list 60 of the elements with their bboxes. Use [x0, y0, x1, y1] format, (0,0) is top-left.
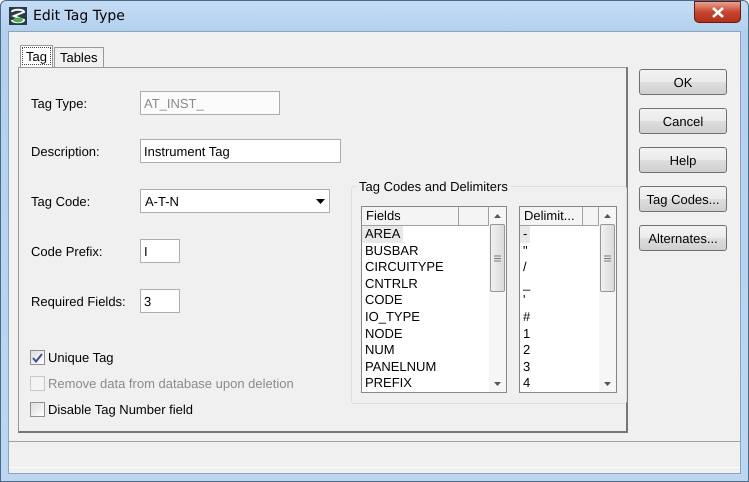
checkbox-label: Disable Tag Number field — [48, 402, 193, 417]
list-item[interactable]: CIRCUITYPE — [362, 259, 447, 276]
list-item[interactable]: # — [520, 308, 534, 326]
close-icon — [712, 6, 724, 18]
list-item[interactable]: NUM — [362, 342, 398, 359]
scrollbar[interactable] — [489, 207, 506, 392]
list-item[interactable]: _ — [520, 276, 534, 292]
column-header[interactable] — [459, 207, 489, 226]
close-button[interactable] — [694, 1, 741, 23]
list-item[interactable]: IO_TYPE — [362, 308, 423, 326]
column-header[interactable]: Fields — [362, 207, 459, 226]
field-label: Description: — [31, 144, 101, 158]
tab[interactable]: Tables — [54, 47, 104, 67]
checkmark-icon — [32, 352, 43, 362]
tab[interactable]: Tag — [20, 45, 53, 67]
list-item[interactable]: - — [520, 226, 530, 243]
list-item[interactable]: AREA — [362, 226, 404, 243]
grip-icon — [604, 254, 611, 262]
column-header[interactable] — [583, 207, 599, 226]
list-item[interactable]: NODE — [362, 326, 406, 342]
grip-icon — [494, 254, 501, 262]
scroll-up-icon — [494, 214, 501, 218]
list-item[interactable]: 4 — [520, 375, 534, 392]
list-item[interactable]: PANELNUM — [362, 358, 440, 376]
field-label: Code Prefix: — [31, 244, 104, 258]
app-icon — [9, 7, 27, 25]
dialog-button[interactable]: OK — [639, 69, 727, 95]
dialog-button[interactable]: Tag Codes... — [639, 186, 727, 212]
scroll-down-icon — [494, 382, 501, 386]
list-item[interactable]: PREFIX — [362, 375, 415, 392]
scroll-down-icon — [604, 382, 611, 386]
text-field[interactable]: 3 — [140, 289, 180, 313]
text-field[interactable]: I — [140, 239, 180, 263]
list-item[interactable]: / — [520, 259, 530, 276]
window-title: Edit Tag Type — [33, 8, 125, 24]
list-item[interactable]: " — [520, 242, 531, 260]
field-label: Required Fields: — [31, 294, 127, 308]
scrollbar[interactable] — [599, 207, 616, 392]
dialog-button[interactable]: Help — [639, 147, 727, 173]
column-header[interactable]: Delimit... — [520, 207, 583, 226]
dropdown-arrow-icon — [316, 198, 325, 204]
checkbox-label: Remove data from database upon deletion — [48, 376, 294, 391]
checkbox[interactable] — [30, 350, 45, 365]
list-item[interactable]: CNTRLR — [362, 276, 421, 292]
list-item[interactable]: 3 — [520, 358, 534, 376]
list-item[interactable]: 2 — [520, 342, 534, 359]
dialog-button[interactable]: Alternates... — [639, 225, 727, 251]
checkbox[interactable] — [30, 402, 45, 417]
checkbox-label: Unique Tag — [48, 350, 114, 365]
field-label: Tag Type: — [31, 96, 88, 110]
list-item[interactable]: 1 — [520, 326, 534, 342]
list-item[interactable]: ' — [520, 292, 528, 309]
group-title: Tag Codes and Delimiters — [357, 179, 510, 194]
scroll-up-icon — [604, 214, 611, 218]
list-item[interactable]: BUSBAR — [362, 242, 422, 260]
dialog-button[interactable]: Cancel — [639, 108, 727, 134]
text-field[interactable]: Instrument Tag — [140, 139, 341, 163]
field-label: Tag Code: — [31, 194, 92, 208]
dropdown[interactable]: A-T-N — [140, 189, 330, 213]
list-item[interactable]: CODE — [362, 292, 406, 309]
